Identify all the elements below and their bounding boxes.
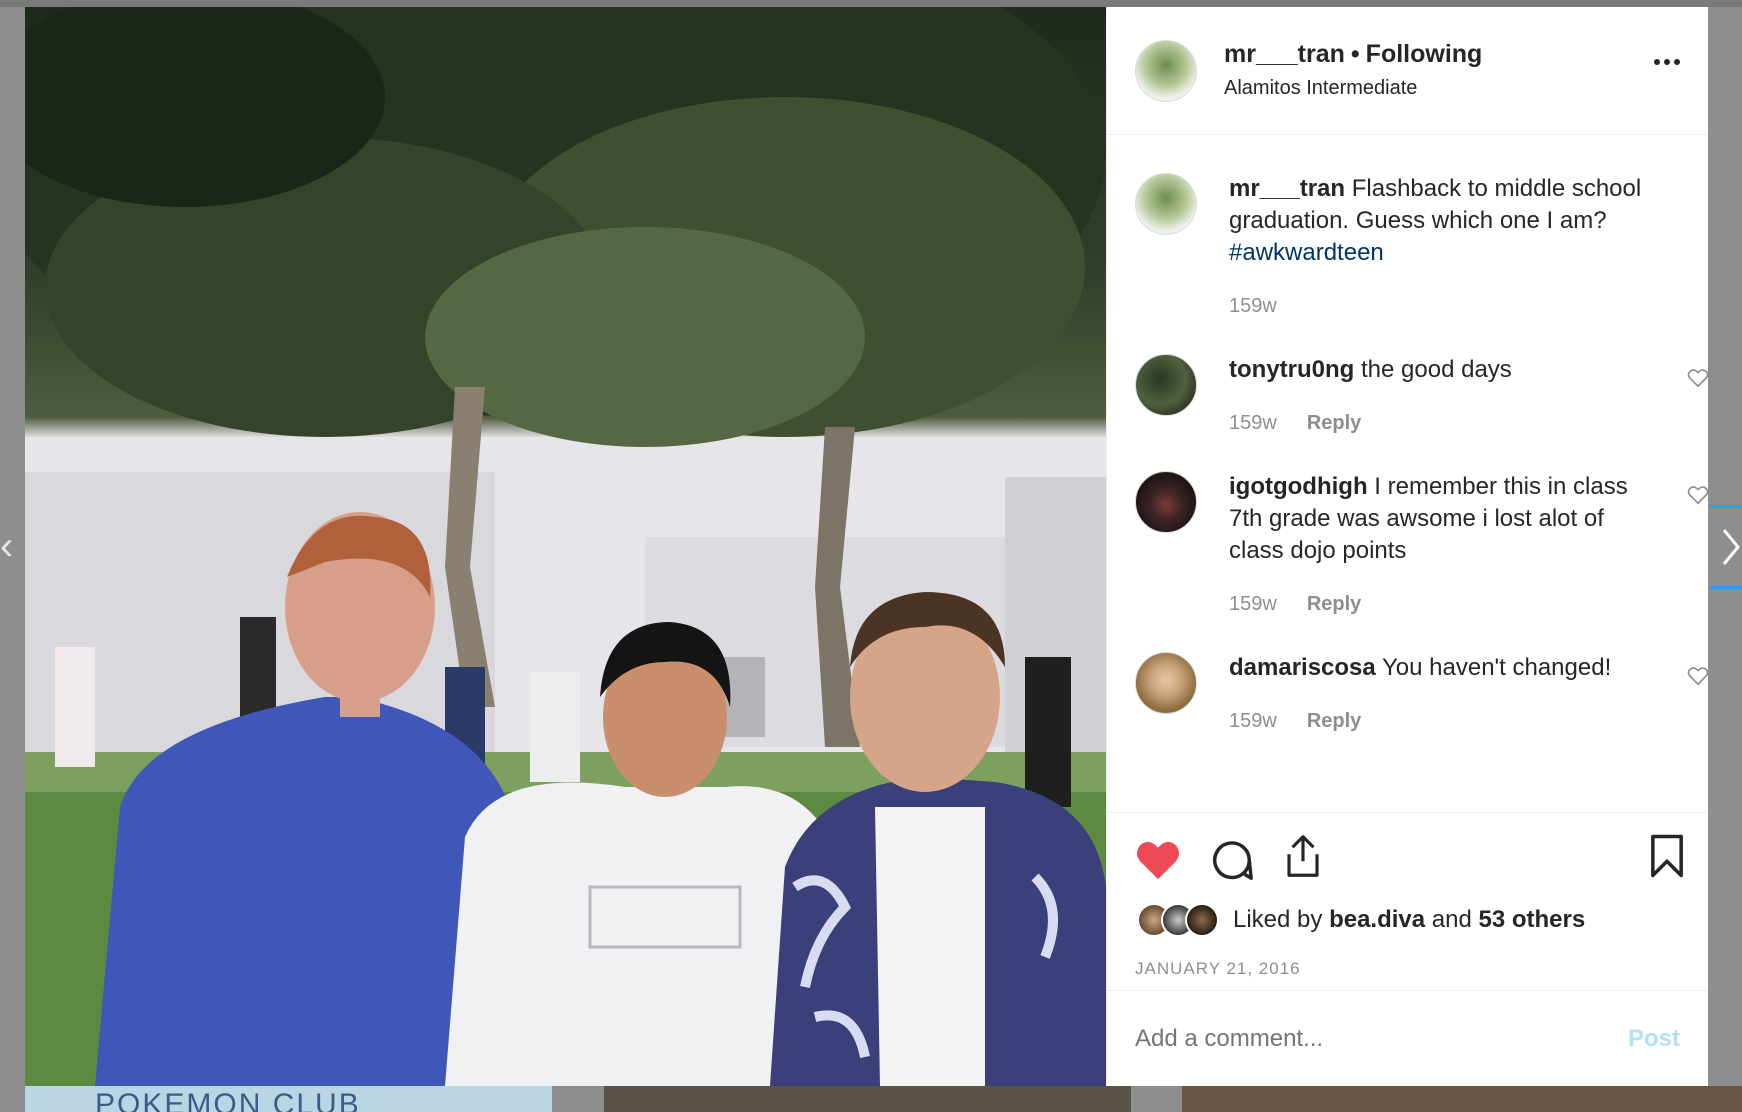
liker-avatar (1185, 903, 1219, 937)
next-post-button[interactable] (1710, 505, 1742, 589)
caption-hashtag[interactable]: #awkwardteen (1229, 239, 1384, 266)
comment-meta: 159w Reply (1229, 412, 1659, 435)
heart-filled-icon[interactable] (1135, 839, 1181, 881)
background-thumbnail-text: POKEMON CLUB (95, 1088, 361, 1112)
comment-item: damariscosa You haven't changed! 159w Re… (1135, 652, 1708, 733)
post-header: mr___tran • Following Alamitos Intermediat… (1107, 7, 1708, 135)
caption-username[interactable]: mr___tran (1229, 175, 1345, 202)
reply-button[interactable]: Reply (1307, 593, 1361, 616)
comment-like-heart-icon[interactable] (1687, 666, 1708, 686)
likes-summary: Liked by bea.diva and 53 others (1137, 903, 1585, 937)
comment-like-heart-icon[interactable] (1687, 485, 1708, 505)
header-text: mr___tran • Following Alamitos Intermediat… (1224, 39, 1482, 103)
post-photo[interactable] (25, 7, 1106, 1086)
caption-avatar[interactable] (1135, 173, 1197, 235)
share-icon[interactable] (1282, 833, 1324, 879)
header-username-line: mr___tran • Following (1224, 39, 1482, 69)
author-username[interactable]: mr___tran (1224, 40, 1345, 68)
commenter-avatar[interactable] (1135, 652, 1197, 714)
following-button[interactable]: Following (1366, 40, 1483, 68)
comment-time: 159w (1229, 412, 1277, 434)
dot (1674, 59, 1680, 65)
comment-item: igotgodhigh I remember this in class 7th… (1135, 471, 1708, 616)
header-separator: • (1350, 39, 1360, 68)
previous-post-chevron-icon[interactable]: ‹ (0, 518, 14, 574)
post-comment-button[interactable]: Post (1628, 1025, 1680, 1053)
background-thumbnail[interactable] (1182, 1086, 1742, 1112)
comment-body: the good days (1361, 356, 1512, 383)
comment-text: damariscosa You haven't changed! (1229, 652, 1659, 684)
likes-conj: and (1431, 906, 1472, 933)
comment-meta: 159w Reply (1229, 710, 1659, 733)
liker-username[interactable]: bea.diva (1329, 906, 1425, 933)
backdrop-top (0, 0, 1742, 7)
dot (1654, 59, 1660, 65)
dot (1664, 59, 1670, 65)
post-location[interactable]: Alamitos Intermediate (1224, 73, 1482, 103)
post-modal: mr___tran • Following Alamitos Intermediat… (25, 7, 1708, 1086)
commenter-avatar[interactable] (1135, 471, 1197, 533)
post-actions: Liked by bea.diva and 53 others JANUARY … (1107, 812, 1708, 990)
background-thumbnail[interactable] (604, 1086, 1131, 1112)
reply-button[interactable]: Reply (1307, 412, 1361, 435)
comment-username[interactable]: igotgodhigh (1229, 473, 1368, 500)
more-options-icon[interactable] (1654, 59, 1680, 65)
caption-time: 159w (1229, 295, 1277, 317)
commenter-avatar[interactable] (1135, 354, 1197, 416)
comment-time: 159w (1229, 710, 1277, 732)
reply-button[interactable]: Reply (1307, 710, 1361, 733)
comments-list: mr___tran Flashback to middle school gra… (1107, 135, 1708, 812)
add-comment-bar: Post (1107, 990, 1708, 1086)
caption: mr___tran Flashback to middle school gra… (1135, 173, 1688, 318)
comment-text: tonytru0ng the good days (1229, 354, 1659, 386)
caption-text: mr___tran Flashback to middle school gra… (1229, 173, 1659, 269)
comment-like-heart-icon[interactable] (1687, 368, 1708, 388)
chevron-right-icon (1722, 529, 1740, 565)
comment-time: 159w (1229, 593, 1277, 615)
comment-meta: 159w Reply (1229, 593, 1659, 616)
comment-bubble-icon[interactable] (1209, 837, 1255, 883)
caption-meta: 159w (1229, 295, 1659, 318)
author-avatar[interactable] (1135, 39, 1197, 102)
comment-text: igotgodhigh I remember this in class 7th… (1229, 471, 1659, 567)
comment-username[interactable]: tonytru0ng (1229, 356, 1354, 383)
comment-item: tonytru0ng the good days 159w Reply (1135, 354, 1708, 435)
post-sidebar: mr___tran • Following Alamitos Intermediat… (1106, 7, 1708, 1086)
bookmark-icon[interactable] (1649, 833, 1685, 879)
comment-input[interactable] (1135, 1024, 1575, 1053)
photo-illustration (25, 7, 1106, 1086)
background-thumbnail[interactable]: POKEMON CLUB (25, 1086, 552, 1112)
comment-body: You haven't changed! (1382, 654, 1612, 681)
post-date[interactable]: JANUARY 21, 2016 (1135, 959, 1301, 979)
likes-prefix: Liked by (1233, 906, 1323, 933)
likes-text: Liked by bea.diva and 53 others (1233, 906, 1585, 934)
comment-username[interactable]: damariscosa (1229, 654, 1376, 681)
likes-others-link[interactable]: 53 others (1479, 906, 1586, 933)
